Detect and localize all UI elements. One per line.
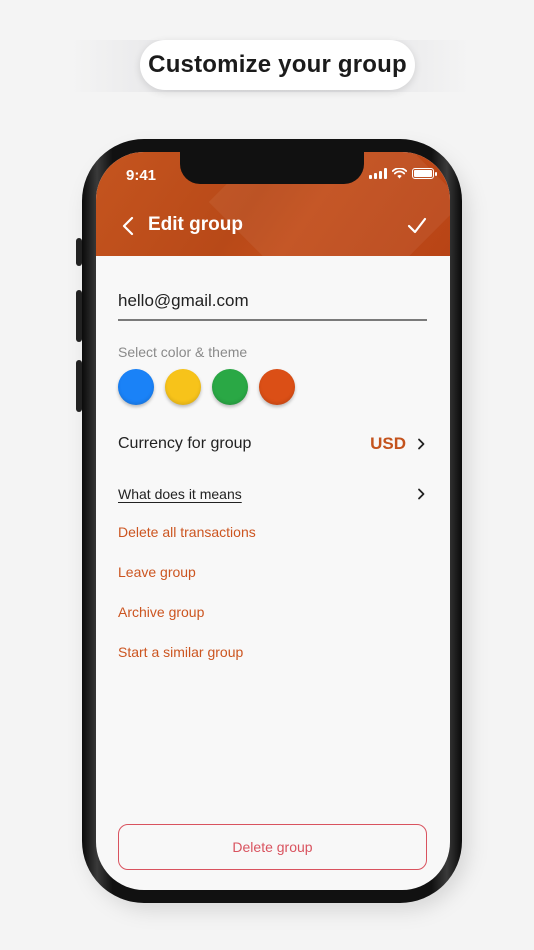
chevron-right-icon [418,438,425,450]
color-swatch-blue[interactable] [118,369,154,405]
app-header: 9:41 Edit group [96,152,450,256]
color-swatch-yellow[interactable] [165,369,201,405]
phone-screen: 9:41 Edit group Select color & theme [96,152,450,890]
status-icons [369,168,437,179]
battery-icon [412,168,437,179]
chevron-right-icon [418,488,425,500]
signal-icon [369,168,387,179]
confirm-check-icon[interactable] [406,214,428,236]
email-input[interactable] [118,289,427,321]
what-does-it-mean-link: What does it means [118,486,242,502]
header-title: Edit group [148,214,243,235]
wifi-icon [392,168,407,179]
what-does-it-mean-row[interactable]: What does it means [118,483,426,505]
color-swatch-list [118,369,295,405]
page-headline: Customize your group [140,40,415,90]
start-similar-group-link[interactable]: Start a similar group [118,644,243,660]
phone-notch [180,152,364,184]
status-time: 9:41 [126,167,157,184]
currency-selector: USD [370,434,426,454]
delete-all-transactions-link[interactable]: Delete all transactions [118,524,256,540]
currency-value: USD [370,434,406,453]
currency-row[interactable]: Currency for group USD [118,430,426,458]
color-theme-label: Select color & theme [118,344,248,360]
delete-group-button[interactable]: Delete group [118,824,427,870]
color-swatch-orange[interactable] [259,369,295,405]
color-swatch-green[interactable] [212,369,248,405]
currency-label: Currency for group [118,435,252,452]
archive-group-link[interactable]: Archive group [118,604,204,620]
back-arrow-icon[interactable] [120,214,136,238]
leave-group-link[interactable]: Leave group [118,564,196,580]
